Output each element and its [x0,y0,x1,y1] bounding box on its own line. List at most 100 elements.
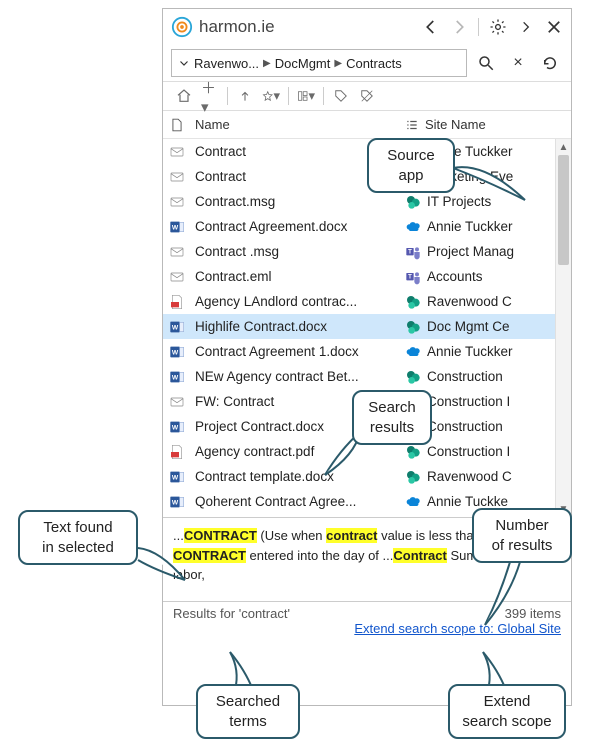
list-icon [405,118,419,132]
site-name: Ravenwood C [427,294,512,309]
site-cell: Doc Mgmt Ce [405,319,555,335]
site-cell: Construction I [405,444,555,460]
forward-icon[interactable] [450,18,468,36]
name-column[interactable]: Name [191,117,405,132]
site-name: Construction I [427,444,510,459]
svg-text:W: W [172,424,179,431]
upload-icon[interactable] [236,87,254,105]
plus-icon[interactable]: ＋ ▾ [201,87,219,105]
scroll-track[interactable] [556,155,571,501]
brand-logo-icon [171,16,193,38]
table-row[interactable]: W Highlife Contract.docx Doc Mgmt Ce [163,314,571,339]
callout-search-results: Search results [352,390,432,445]
file-type-icon [163,244,191,260]
file-name: Contract Agreement.docx [191,219,405,234]
back-icon[interactable] [422,18,440,36]
table-row[interactable]: Contract .msgTProject Manag [163,239,571,264]
svg-text:T: T [408,274,412,280]
svg-text:W: W [172,474,179,481]
site-cell: TProject Manag [405,244,555,260]
separator [288,87,289,105]
home-icon[interactable] [175,87,193,105]
file-name: Agency LAndlord contrac... [191,294,405,309]
table-row[interactable]: W NEw Agency contract Bet... Construction [163,364,571,389]
separator [227,87,228,105]
expand-icon[interactable] [517,18,535,36]
refresh-icon[interactable] [537,50,563,76]
callout-searched-terms: Searched terms [196,684,300,739]
table-row[interactable]: WContract Agreement 1.docxAnnie Tuckker [163,339,571,364]
file-name: Qoherent Contract Agree... [191,494,405,509]
file-type-column-icon[interactable] [163,117,191,133]
file-type-icon: W [163,469,191,485]
callout-number-of-results: Number of results [472,508,572,563]
svg-text:W: W [172,224,179,231]
highlight: Contract [393,548,446,563]
chevron-down-icon [178,57,190,69]
list-header: Name Site Name [163,111,571,139]
location-row: Ravenwo... ▶ DocMgmt ▶ Contracts × [163,45,571,81]
tag-icon[interactable] [332,87,350,105]
file-name: NEw Agency contract Bet... [191,369,405,384]
table-row[interactable]: Agency LAndlord contrac... Ravenwood C [163,289,571,314]
separator [478,18,479,36]
site-cell: Annie Tuckker [405,219,555,235]
file-name: Highlife Contract.docx [191,319,405,334]
file-name: Contract Agreement 1.docx [191,344,405,359]
brand: harmon.ie [171,16,275,38]
scroll-up-icon[interactable]: ▲ [556,139,571,155]
site-name: Doc Mgmt Ce [427,319,510,334]
preview-text: entered into the day of ... [246,548,393,563]
star-outline-icon[interactable]: ▾ [262,87,280,105]
site-cell: Ravenwood C [405,294,555,310]
file-type-icon [163,169,191,185]
site-name: Construction [427,369,503,384]
highlight: CONTRACT [184,528,257,543]
clear-icon[interactable]: × [505,50,531,76]
highlight: contract [326,528,377,543]
file-type-icon [163,294,191,310]
svg-text:W: W [172,374,179,381]
separator [323,87,324,105]
tag-alt-icon[interactable] [358,87,376,105]
table-row[interactable]: Contract.emlTAccounts [163,264,571,289]
search-icon[interactable] [473,50,499,76]
file-type-icon: W [163,219,191,235]
file-type-icon [163,144,191,160]
table-row[interactable]: W Contract Agreement.docxAnnie Tuckker [163,214,571,239]
svg-text:W: W [172,324,179,331]
file-type-icon: W [163,369,191,385]
callout-extend-scope: Extend search scope [448,684,566,739]
gear-icon[interactable] [489,18,507,36]
layout-icon[interactable]: ▾ [297,87,315,105]
site-name: Annie Tuckker [427,344,513,359]
results-label: Results for 'contract' [173,606,290,621]
callout-tail-icon [130,540,190,590]
header-actions [422,18,563,36]
site-name: Annie Tuckke [427,494,508,509]
site-cell: T Accounts [405,269,555,285]
site-name: Accounts [427,269,483,284]
file-type-icon: W [163,419,191,435]
site-name: Ravenwood C [427,469,512,484]
site-name: Construction I [427,394,510,409]
site-name: Construction [427,419,503,434]
site-cell: Ravenwood C [405,469,555,485]
scrollbar[interactable]: ▲ ▼ [555,139,571,517]
close-icon[interactable] [545,18,563,36]
site-cell: Annie Tuckker [405,344,555,360]
toolbar: ＋ ▾ ▾ ▾ [163,81,571,111]
breadcrumb-part: Ravenwo... [194,56,259,71]
site-name: Project Manag [427,244,514,259]
site-column[interactable]: Site Name [405,117,555,132]
file-name: Contract.msg [191,194,405,209]
breadcrumb[interactable]: Ravenwo... ▶ DocMgmt ▶ Contracts [171,49,467,77]
breadcrumb-part: Contracts [346,56,402,71]
brand-name: harmon.ie [199,17,275,37]
file-type-icon [163,194,191,210]
callout-tail-icon [480,560,540,630]
scroll-thumb[interactable] [558,155,569,265]
preview-text: (Use when [257,528,326,543]
file-type-icon [163,394,191,410]
file-type-icon: W [163,319,191,335]
